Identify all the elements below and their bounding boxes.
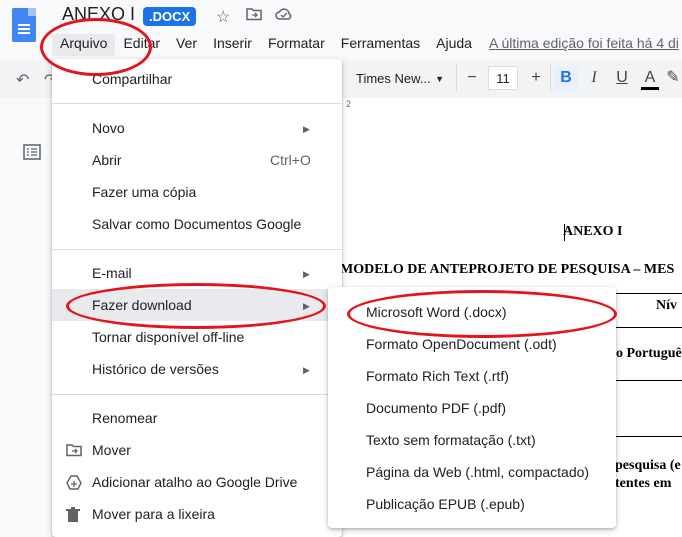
download-odt[interactable]: Formato OpenDocument (.odt) [366, 336, 557, 352]
cloud-status-icon[interactable] [275, 7, 293, 26]
submenu-arrow-icon: ▶ [303, 269, 310, 279]
menu-ver[interactable]: Ver [168, 34, 205, 56]
menu-inserir[interactable]: Inserir [205, 34, 260, 56]
font-size-input[interactable]: 11 [488, 66, 518, 90]
menu-item-make-copy[interactable]: Fazer uma cópia [92, 184, 196, 200]
table-border [614, 293, 682, 294]
annotation-ring-docx [347, 290, 617, 338]
table-cell-portugues: o Portuguê [616, 346, 682, 361]
highlight-pen-icon[interactable]: ✎ [664, 66, 682, 90]
document-outline-icon[interactable] [23, 144, 41, 165]
table-cell-nivel: Nív [656, 298, 677, 313]
annotation-ring-download [66, 283, 326, 329]
underline-button[interactable]: U [610, 66, 634, 90]
font-family-select[interactable]: Times New... ▼ [356, 68, 450, 90]
ruler-mark: 2 [346, 99, 352, 109]
menu-item-save-as-docs[interactable]: Salvar como Documentos Google [92, 216, 301, 232]
table-border [614, 380, 682, 381]
menu-item-offline[interactable]: Tornar disponível off-line [92, 329, 244, 345]
menu-item-open[interactable]: Abrir [92, 152, 122, 168]
submenu-arrow-icon: ▶ [303, 124, 310, 134]
download-rtf[interactable]: Formato Rich Text (.rtf) [366, 368, 509, 384]
doc-subheading: MODELO DE ANTEPROJETO DE PESQUISA – MES [340, 262, 675, 277]
menu-divider [52, 249, 342, 250]
folder-move-icon [66, 443, 82, 461]
menu-item-trash[interactable]: Mover para a lixeira [92, 506, 215, 522]
open-shortcut: Ctrl+O [270, 152, 311, 168]
menu-ajuda[interactable]: Ajuda [428, 34, 480, 56]
table-cell-pesquisa: pesquisa (e [615, 458, 681, 473]
menu-divider [52, 103, 342, 104]
menu-item-email[interactable]: E-mail [92, 265, 132, 281]
download-html[interactable]: Página da Web (.html, compactado) [366, 464, 589, 480]
menu-item-new[interactable]: Novo [92, 120, 125, 136]
docs-logo-icon[interactable] [12, 8, 36, 42]
table-cell-tentes: tentes em [615, 476, 672, 491]
menu-ferramentas[interactable]: Ferramentas [333, 34, 428, 56]
download-epub[interactable]: Publicação EPUB (.epub) [366, 496, 525, 512]
chevron-down-icon: ▼ [435, 74, 444, 84]
menu-divider [52, 394, 342, 395]
bold-button[interactable]: B [554, 66, 578, 90]
ruler[interactable]: 2 [340, 98, 682, 112]
menu-item-rename[interactable]: Renomear [92, 410, 157, 426]
submenu-arrow-icon: ▶ [303, 365, 310, 375]
trash-icon [66, 507, 80, 527]
toolbar-divider [456, 64, 457, 92]
undo-icon[interactable]: ↶ [16, 70, 29, 90]
annotation-ring-arquivo [40, 18, 152, 76]
menu-item-version-history[interactable]: Histórico de versões [92, 361, 219, 377]
text-color-swatch [641, 87, 659, 90]
table-border [614, 436, 682, 437]
text-color-button[interactable]: A [638, 66, 662, 90]
decrease-font-size-button[interactable]: − [460, 66, 484, 90]
text-cursor [564, 224, 565, 241]
menu-formatar[interactable]: Formatar [260, 34, 333, 56]
drive-shortcut-icon [66, 475, 82, 494]
toolbar-divider [550, 64, 551, 92]
menu-item-add-shortcut[interactable]: Adicionar atalho ao Google Drive [92, 474, 297, 490]
table-border [614, 327, 682, 328]
text-color-label: A [644, 69, 656, 86]
increase-font-size-button[interactable]: + [524, 66, 548, 90]
menu-item-move[interactable]: Mover [92, 442, 131, 458]
last-edit-link[interactable]: A última edição foi feita há 4 di [489, 35, 679, 51]
docx-badge: .DOCX [143, 7, 197, 26]
folder-move-icon[interactable] [246, 7, 262, 26]
italic-button[interactable]: I [582, 66, 606, 90]
download-pdf[interactable]: Documento PDF (.pdf) [366, 400, 506, 416]
font-family-value: Times New... [356, 71, 431, 86]
doc-heading: ANEXO I [563, 224, 623, 239]
star-icon[interactable]: ☆ [216, 7, 230, 27]
download-txt[interactable]: Texto sem formatação (.txt) [366, 432, 536, 448]
